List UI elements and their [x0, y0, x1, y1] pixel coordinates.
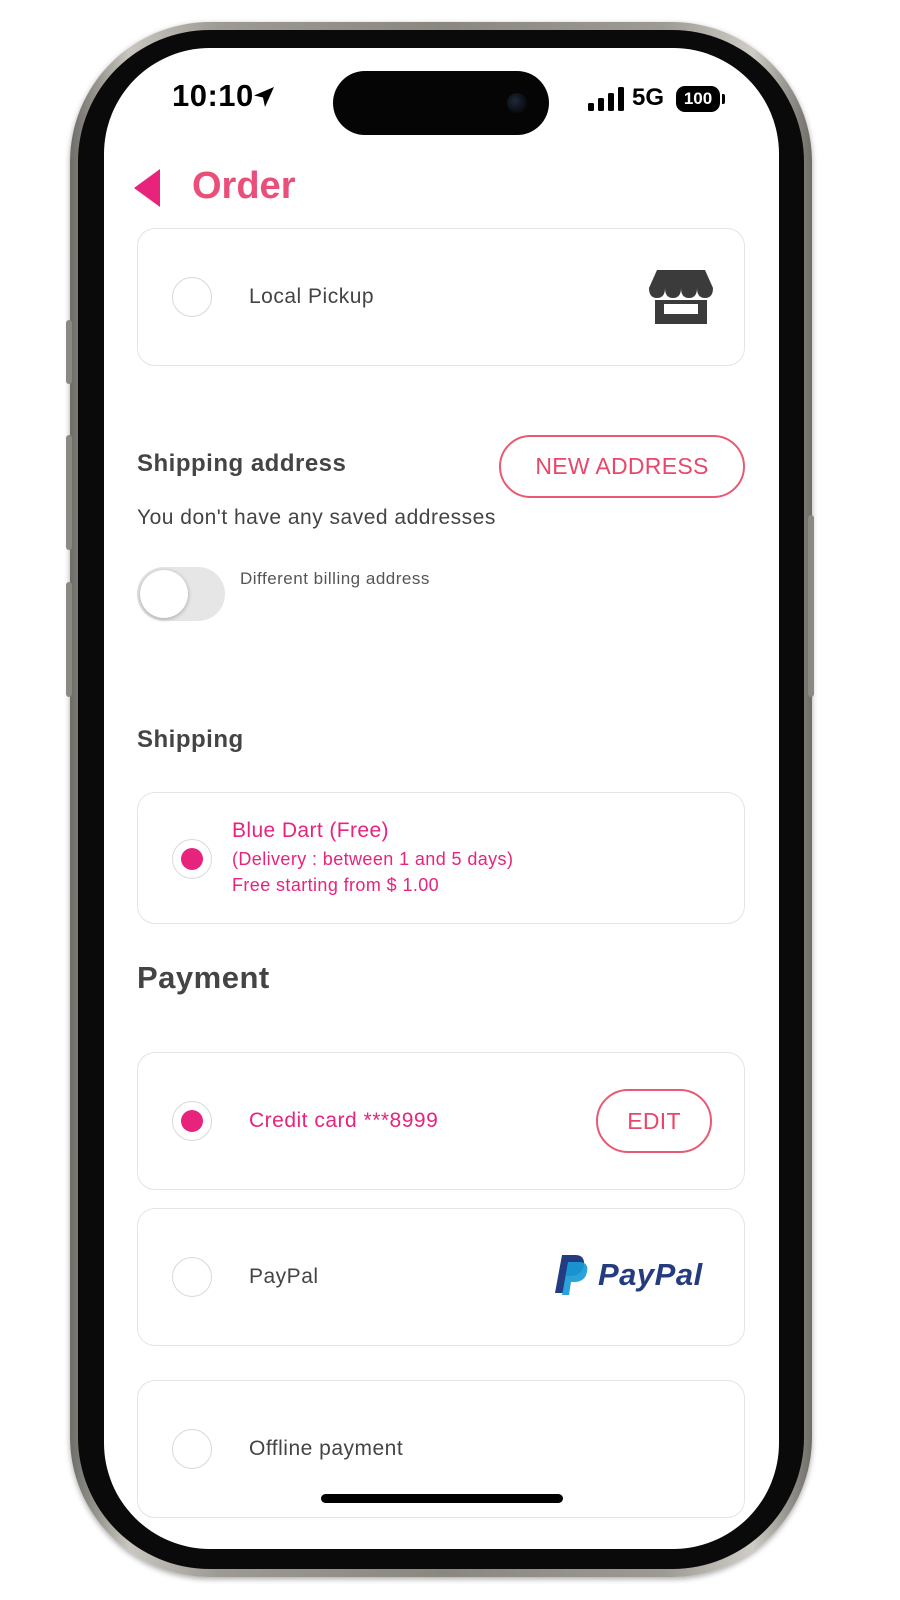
radio-selected-dot	[181, 1110, 203, 1132]
shipping-option-name: Blue Dart (Free)	[232, 819, 389, 842]
paypal-logo-text: PayPal	[598, 1257, 703, 1292]
cellular-signal-icon	[588, 87, 624, 111]
page-title: Order	[192, 165, 296, 207]
shipping-address-title: Shipping address	[137, 450, 347, 477]
shipping-delivery-time: (Delivery : between 1 and 5 days)	[232, 849, 514, 869]
dynamic-island	[333, 71, 549, 135]
radio-selected-dot	[181, 848, 203, 870]
action-button	[66, 320, 72, 384]
offline-payment-radio[interactable]	[172, 1429, 212, 1469]
battery-level: 100	[683, 89, 713, 108]
paypal-label: PayPal	[249, 1265, 319, 1288]
local-pickup-radio[interactable]	[172, 277, 212, 317]
local-pickup-option[interactable]: Local Pickup	[137, 228, 745, 366]
shipping-option-radio[interactable]	[172, 839, 212, 879]
local-pickup-label: Local Pickup	[249, 285, 375, 308]
paypal-radio[interactable]	[172, 1257, 212, 1297]
shipping-free-threshold: Free starting from $ 1.00	[232, 875, 440, 895]
volume-down-button	[66, 582, 72, 697]
payment-method-paypal[interactable]: PayPal PayPal	[137, 1208, 745, 1346]
location-arrow-icon	[254, 87, 274, 107]
credit-card-label: Credit card ***8999	[249, 1109, 439, 1132]
battery-icon: 100	[676, 86, 720, 112]
different-billing-toggle[interactable]	[137, 567, 225, 621]
home-indicator	[321, 1494, 563, 1503]
shipping-option-blue-dart[interactable]: Blue Dart (Free) (Delivery : between 1 a…	[137, 792, 745, 924]
paypal-logo-icon	[555, 1255, 588, 1295]
no-addresses-message: You don't have any saved addresses	[137, 506, 496, 529]
shipping-title: Shipping	[137, 726, 244, 753]
payment-title: Payment	[137, 960, 270, 995]
toggle-knob	[140, 570, 188, 618]
network-type: 5G	[632, 84, 665, 111]
volume-up-button	[66, 435, 72, 550]
new-address-button[interactable]: NEW ADDRESS	[499, 435, 745, 498]
camera-lens	[507, 93, 527, 113]
offline-payment-label: Offline payment	[249, 1437, 404, 1460]
different-billing-label: Different billing address	[240, 569, 430, 588]
edit-card-button[interactable]: EDIT	[596, 1089, 712, 1153]
app-screen: 10:10 5G 100 Order Local Pickup Shipping…	[104, 48, 779, 1549]
battery-tip	[722, 94, 725, 104]
payment-method-credit-card[interactable]: Credit card ***8999 EDIT	[137, 1052, 745, 1190]
power-button	[808, 515, 814, 697]
back-arrow-icon[interactable]	[134, 169, 162, 207]
status-time: 10:10	[172, 78, 254, 113]
credit-card-radio[interactable]	[172, 1101, 212, 1141]
store-icon	[649, 270, 713, 324]
